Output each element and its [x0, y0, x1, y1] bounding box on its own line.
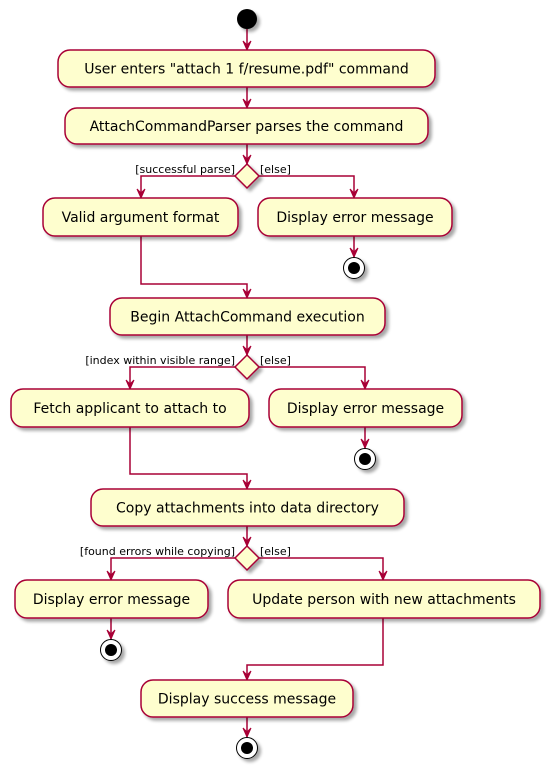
edge: [110, 557, 235, 580]
activity-label: Update person with new attachments: [252, 592, 516, 608]
guard-label-else: [else]: [260, 354, 291, 367]
activity-diagram: User enters "attach 1 f/resume.pdf" comm…: [10, 9, 541, 759]
start-node: [237, 9, 257, 29]
activity-a1: User enters "attach 1 f/resume.pdf" comm…: [57, 49, 436, 88]
guard-label-yes: [successful parse]: [135, 163, 235, 176]
activity-a7: Display error message: [268, 388, 463, 428]
activity-label: User enters "attach 1 f/resume.pdf" comm…: [84, 62, 408, 78]
activity-a3: Valid argument format: [42, 197, 239, 237]
stop-node: [236, 737, 258, 759]
activity-label: Fetch applicant to attach to: [33, 401, 226, 417]
guard-label-else: [else]: [260, 163, 291, 176]
activity-label: Copy attachments into data directory: [116, 501, 379, 517]
activity-label: Display success message: [158, 692, 336, 708]
activity-label: Valid argument format: [62, 210, 220, 226]
guard-label-else: [else]: [260, 545, 291, 558]
edge: [259, 366, 366, 389]
activity-a11: Display success message: [140, 679, 354, 718]
edge: [129, 366, 235, 389]
edge: [140, 236, 248, 298]
activity-a9: Display error message: [14, 579, 209, 619]
stop-node: [100, 639, 122, 661]
activity-label: Display error message: [287, 401, 444, 417]
activity-label: Display error message: [33, 592, 190, 608]
edge: [246, 618, 384, 680]
guard-label-yes: [found errors while copying]: [80, 545, 235, 558]
activity-label: Display error message: [276, 210, 433, 226]
edge: [259, 557, 384, 580]
stop-node: [343, 257, 365, 279]
edge: [129, 427, 248, 489]
activity-a4: Display error message: [257, 197, 453, 237]
decision-d1: [successful parse] [else]: [135, 162, 291, 190]
guard-label-yes: [index within visible range]: [85, 354, 235, 367]
activity-label: AttachCommandParser parses the command: [90, 119, 404, 135]
edge: [259, 175, 355, 198]
activity-a2: AttachCommandParser parses the command: [64, 107, 429, 145]
activity-label: Begin AttachCommand execution: [130, 310, 364, 326]
stop-node: [354, 448, 376, 470]
activity-a10: Update person with new attachments: [227, 579, 541, 619]
activity-a5: Begin AttachCommand execution: [109, 297, 386, 336]
decision-d2: [index within visible range] [else]: [85, 353, 291, 381]
edge: [140, 175, 235, 198]
activity-a8: Copy attachments into data directory: [90, 488, 405, 527]
activity-a6: Fetch applicant to attach to: [10, 388, 250, 428]
